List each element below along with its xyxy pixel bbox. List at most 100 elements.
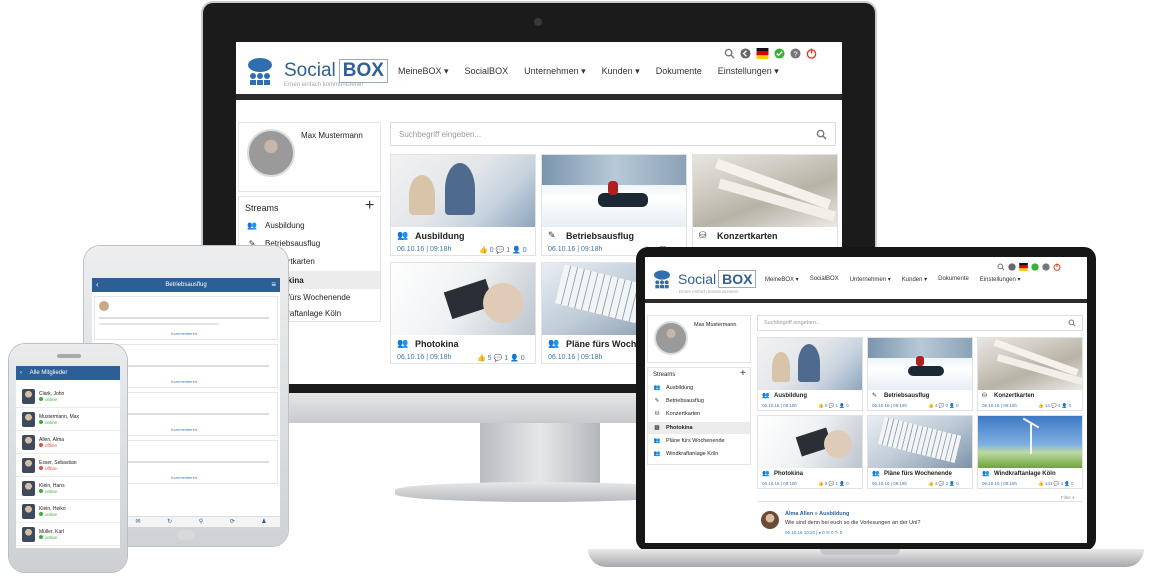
nav-item[interactable]: Einstellungen ▾: [718, 66, 779, 77]
chat-icon[interactable]: ✉: [135, 517, 140, 527]
sidebar-item-ausbildung[interactable]: 👥 Ausbildung: [653, 385, 694, 391]
status-dot: [39, 488, 43, 493]
member-status: offline: [45, 442, 57, 448]
nav-item[interactable]: MeineBOX ▾: [765, 276, 799, 283]
nav-item[interactable]: Unternehmen ▾: [850, 276, 891, 283]
stream-card-ausbildung[interactable]: Ausbildung 👥 06.10.16 | 09:18h 👍 0 💬 1 👤…: [390, 154, 536, 256]
list-item[interactable]: Allen, Alma offline: [16, 432, 120, 454]
german-flag-icon[interactable]: [756, 48, 769, 59]
brand-social: Social: [284, 60, 336, 81]
menu-icon[interactable]: ≡: [271, 278, 276, 292]
german-flag-icon[interactable]: [1019, 263, 1028, 271]
nav-item[interactable]: SocialBOX: [810, 276, 839, 283]
sidebar-item-windkraft[interactable]: 👥Windkraftanlage Köln: [653, 451, 719, 457]
status-online-icon[interactable]: [774, 48, 785, 59]
list-item[interactable]: Klein, Hans online: [16, 478, 120, 500]
group-icon: 👥: [762, 471, 770, 477]
comment-button[interactable]: Kommentieren: [171, 475, 197, 480]
comment-button[interactable]: Kommentieren: [171, 331, 197, 336]
user-name[interactable]: Max Mustermann: [301, 131, 363, 140]
avatar[interactable]: [654, 321, 688, 355]
brand-social: Social: [678, 271, 717, 287]
list-item[interactable]: Klein, Heiko online: [16, 501, 120, 523]
search-icon[interactable]: [997, 263, 1005, 271]
nav-item[interactable]: SocialBOX: [465, 66, 509, 77]
hand-shape: [483, 283, 523, 323]
brand-box: BOX: [338, 59, 388, 83]
search-icon[interactable]: [724, 48, 735, 59]
sidebar-item-photokina[interactable]: ▥Photokina: [648, 422, 750, 434]
search-icon[interactable]: [1068, 319, 1076, 327]
feed-post-author[interactable]: Alma Allen » Ausbildung: [785, 511, 849, 517]
back-icon[interactable]: ‹: [96, 278, 99, 292]
stream-card-betriebsausflug[interactable]: ✎ Betriebsausflug 06.10.16 | 09:18h 👍 4 …: [541, 154, 687, 256]
stream-card-konzertkarten[interactable]: ⛁ Konzertkarten: [692, 154, 838, 256]
list-item[interactable]: Mustermann, Max online: [16, 409, 120, 431]
stream-card-windkraft[interactable]: 👥 Windkraftanlage Köln 06.10.16 | 09:18h…: [977, 415, 1083, 489]
calendar-shape: [877, 416, 963, 464]
person-shape: [445, 163, 475, 215]
stream-card-ausbildung[interactable]: 👥 Ausbildung 06.10.16 | 09:18h 👍 0 💬 1 👤…: [757, 337, 863, 411]
stream-card-betriebsausflug[interactable]: ✎ Betriebsausflug 06.10.16 | 09:18h 👍 4 …: [867, 337, 973, 411]
add-stream-button[interactable]: +: [740, 368, 746, 379]
nav-item[interactable]: Kunden ▾: [902, 276, 927, 283]
sidebar-item-wochenende[interactable]: 👥Pläne fürs Wochenende: [653, 438, 725, 444]
stream-card-photokina[interactable]: 👥 Photokina 06.10.16 | 09:18h 👍 5 💬 1 👤 …: [757, 415, 863, 489]
help-icon[interactable]: [1042, 263, 1050, 271]
phone-title: Alle Mitglieder: [29, 370, 68, 376]
brand-logo[interactable]: Social BOX Ernen einfach kommunizieren: [244, 56, 388, 88]
search-icon[interactable]: [816, 129, 827, 140]
stream-card-konzertkarten[interactable]: ⛁ Konzertkarten 06.10.16 | 09:18h 👍 14 💬…: [977, 337, 1083, 411]
sidebar-item-konzertkarten[interactable]: ⛁Konzertkarten: [653, 411, 701, 417]
nav-item[interactable]: MeineBOX ▾: [398, 66, 449, 77]
power-icon[interactable]: [1053, 263, 1061, 271]
pen-icon: ✎: [872, 393, 878, 399]
back-icon[interactable]: [740, 48, 751, 59]
avatar[interactable]: [99, 301, 109, 311]
group-icon: 👥: [762, 393, 770, 399]
back-icon[interactable]: [1008, 263, 1016, 271]
card-meta: 06.10.16 | 09:18h: [548, 354, 603, 361]
search-input[interactable]: Suchbegriff eingeben...: [399, 130, 481, 139]
person-shape: [409, 175, 435, 215]
search-field[interactable]: Suchbegriff eingeben...: [390, 122, 836, 146]
user-icon[interactable]: ♟: [261, 517, 266, 527]
back-icon[interactable]: ‹: [20, 370, 22, 376]
nav-item[interactable]: Unternehmen ▾: [524, 66, 586, 77]
tablet-home-button[interactable]: [177, 530, 195, 540]
help-icon[interactable]: ?: [790, 48, 801, 59]
power-icon[interactable]: [806, 48, 817, 59]
brand-logo[interactable]: Social BOX Ernen einfach kommunizieren: [651, 269, 757, 294]
status-online-icon[interactable]: [1031, 263, 1039, 271]
comment-button[interactable]: Kommentieren: [171, 379, 197, 384]
list-item[interactable]: Müller, Karl online: [16, 524, 120, 546]
comment-button[interactable]: Kommentieren: [171, 427, 197, 432]
refresh-icon[interactable]: ↻: [167, 517, 172, 527]
status-dot: [39, 442, 43, 447]
nav-item[interactable]: Dokumente: [938, 276, 969, 283]
ticket-icon: ⛁: [654, 411, 660, 417]
pen-icon: ✎: [654, 398, 660, 404]
nav-item[interactable]: Einstellungen ▾: [980, 276, 1021, 283]
nav-item[interactable]: Kunden ▾: [602, 66, 640, 77]
list-item[interactable]: Esser, Sebastian offline: [16, 455, 120, 477]
sidebar-item-ausbildung[interactable]: 👥 Ausbildung: [245, 221, 305, 230]
sync-icon[interactable]: ⟳: [230, 517, 235, 527]
list-item[interactable]: Clark, John online: [16, 386, 120, 408]
webcam: [534, 18, 542, 26]
card-stats: 👍 14 💬 4 👤 0: [1038, 403, 1072, 408]
group-icon: 👥: [397, 230, 409, 240]
nav-item[interactable]: Dokumente: [656, 66, 702, 77]
stream-card-wochenende[interactable]: 👥 Pläne fürs Wochenende 06.10.16 | 09:18…: [867, 415, 973, 489]
laptop-notch: [820, 549, 900, 555]
avatar[interactable]: [761, 511, 779, 529]
add-stream-button[interactable]: +: [365, 197, 374, 215]
search-field[interactable]: Suchbegriff eingeben...: [757, 315, 1083, 331]
search-icon[interactable]: ⚲: [199, 517, 203, 527]
search-input[interactable]: Suchbegriff eingeben...: [764, 320, 820, 326]
stream-card-photokina[interactable]: 👥 Photokina 06.10.16 | 09:18h 👍 5 💬 1 👤 …: [390, 262, 536, 364]
brand-tagline: Ernen einfach kommunizieren: [679, 289, 739, 294]
sidebar-item-betriebsausflug[interactable]: ✎ Betriebsausflug: [653, 398, 704, 404]
user-name[interactable]: Max Mustermann: [694, 322, 737, 328]
avatar[interactable]: [247, 129, 295, 177]
